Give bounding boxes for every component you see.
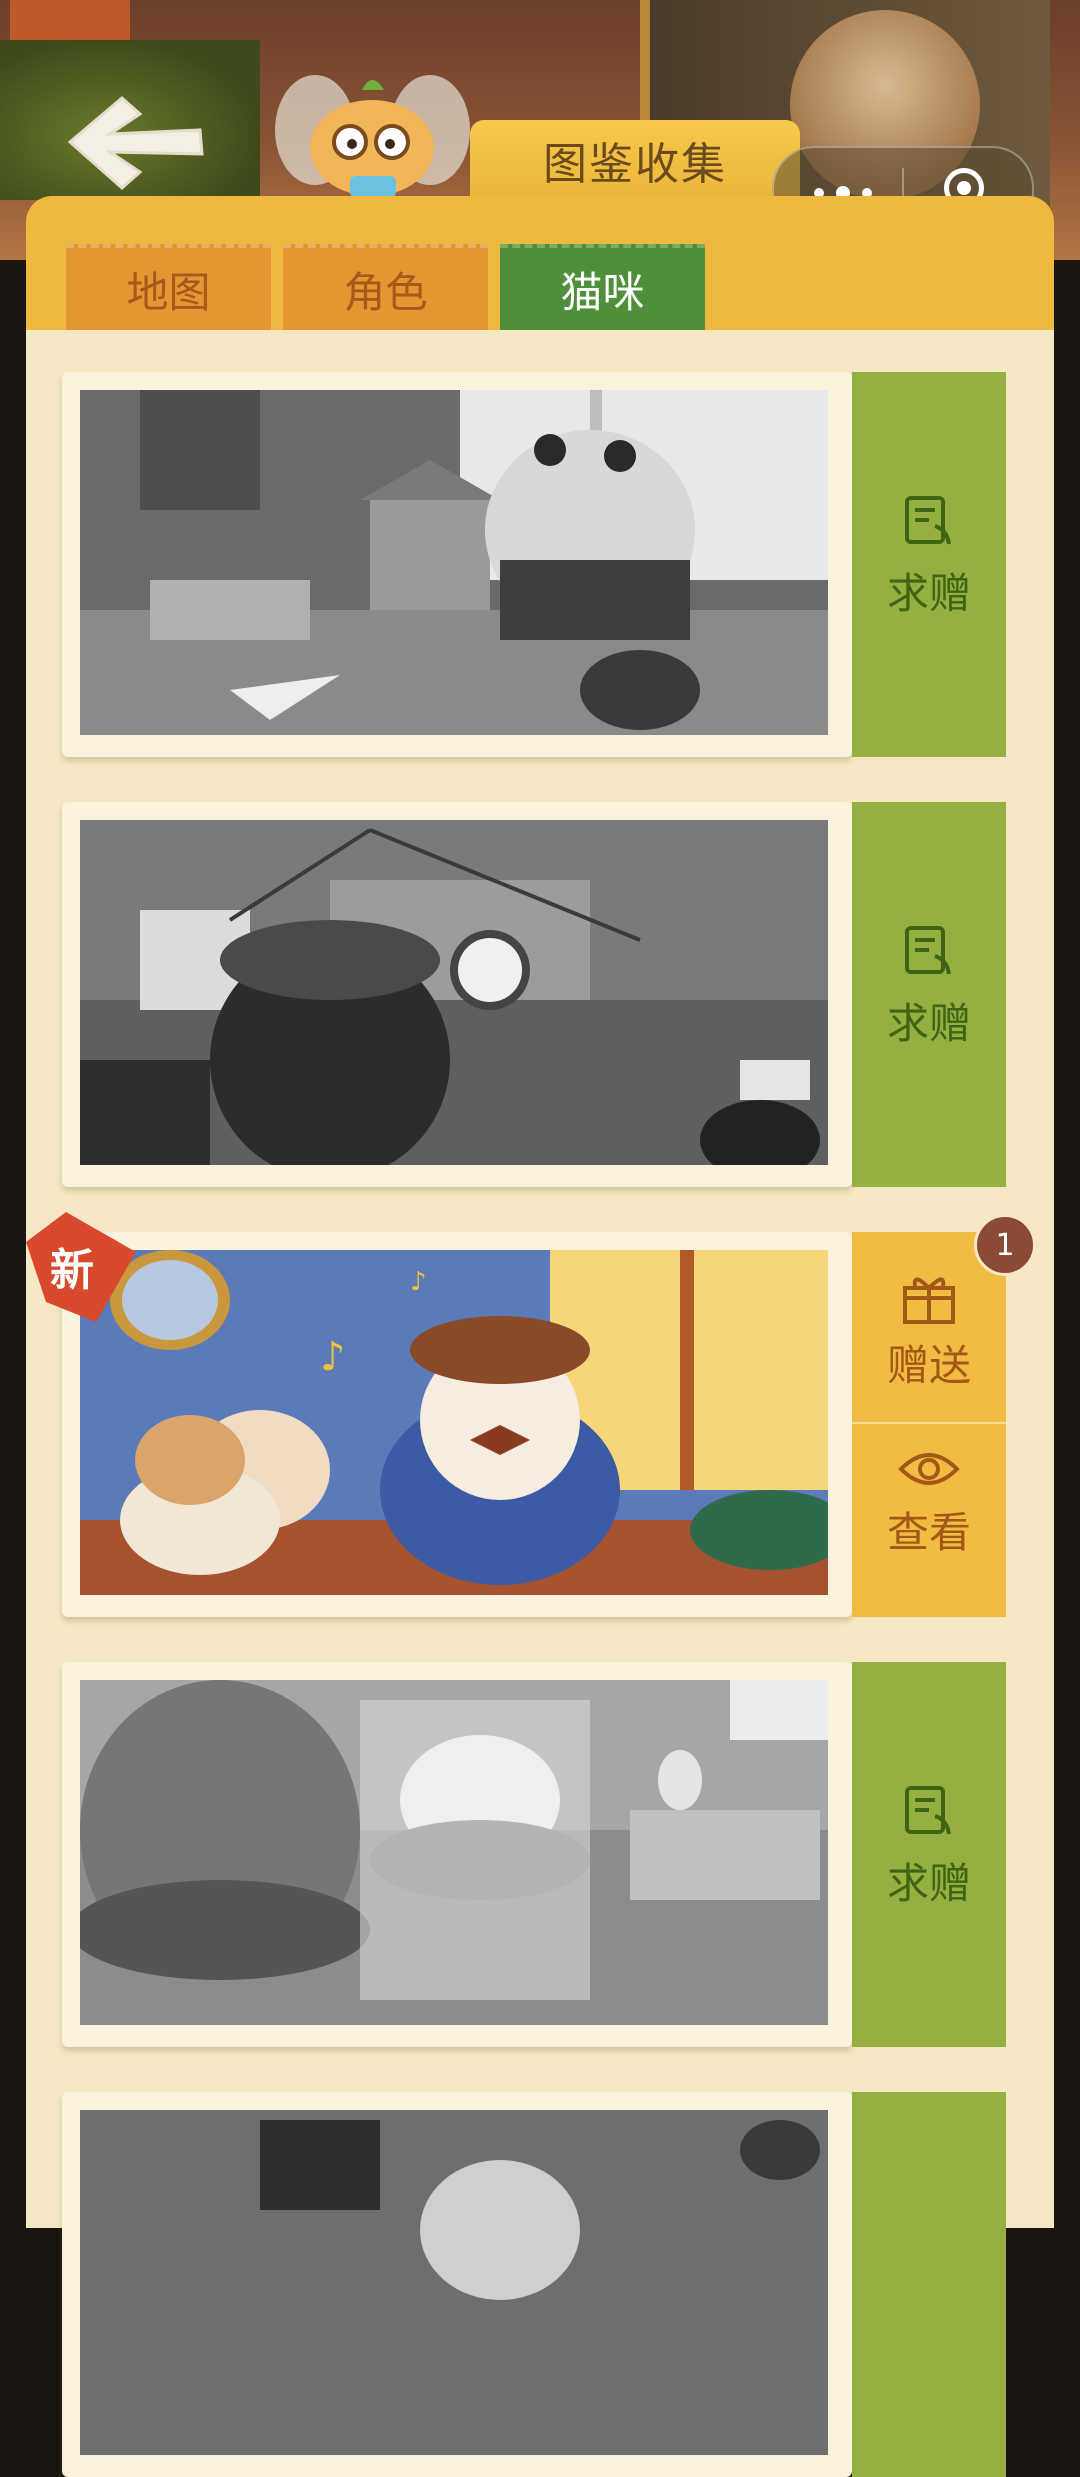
card-side-panel: 求赠 [852, 372, 1006, 757]
cat-illustration-detective-cat[interactable] [80, 820, 828, 1165]
request-gift-button[interactable]: 求赠 [852, 1782, 1006, 1911]
cat-illustration-singing-cats[interactable]: ♪ ♪ [80, 1250, 828, 1595]
cat-card: ♪ ♪ 新 1 赠送 查看 [26, 1212, 1036, 1617]
tab-cats[interactable]: 猫咪 [500, 244, 705, 330]
request-icon [905, 496, 951, 545]
page-title-banner: 图鉴收集 [470, 120, 800, 200]
gift-icon [903, 1277, 955, 1324]
request-gift-button[interactable]: 求赠 [852, 922, 1006, 1051]
more-menu-icon[interactable] [814, 186, 874, 200]
card-list: 求赠 求赠 ♪ ♪ 新 1 赠送 查看 求赠 [26, 330, 1054, 2477]
view-button[interactable]: 查看 [852, 1447, 1006, 1560]
view-label: 查看 [886, 1508, 971, 1557]
side-divider [852, 1422, 1006, 1424]
cat-card: 求赠 [62, 802, 1006, 1187]
tab-map[interactable]: 地图 [66, 244, 271, 330]
card-frame [62, 1662, 852, 2047]
cat-illustration-tutu-cat[interactable] [80, 1680, 828, 2025]
new-tag-label: 新 [50, 1245, 94, 1296]
card-frame [62, 372, 852, 757]
card-side-panel [852, 2092, 1006, 2477]
cat-card: 求赠 [62, 372, 1006, 757]
new-tag: 新 [26, 1212, 136, 1322]
cat-illustration-bee-cat[interactable] [80, 390, 828, 735]
request-icon [905, 926, 951, 975]
cat-card [62, 2092, 1006, 2477]
back-button[interactable] [62, 92, 212, 192]
svg-text:♪: ♪ [410, 1267, 427, 1297]
give-gift-label: 赠送 [886, 1341, 971, 1390]
page-title: 图鉴收集 [543, 139, 727, 190]
eye-icon [898, 1453, 960, 1485]
card-frame: ♪ ♪ [62, 1232, 852, 1617]
gift-count-badge: 1 [974, 1214, 1036, 1276]
category-tabs: 地图 角色 猫咪 [66, 244, 705, 330]
tab-character[interactable]: 角色 [283, 244, 488, 330]
give-gift-button[interactable]: 赠送 [852, 1270, 1006, 1393]
request-label: 求赠 [886, 999, 971, 1048]
mascot-cat-icon [275, 75, 470, 198]
back-arrow-icon [67, 96, 204, 191]
svg-text:♪: ♪ [320, 1334, 346, 1380]
cat-card: 求赠 [62, 1662, 1006, 2047]
request-label: 求赠 [886, 1859, 971, 1908]
request-label: 求赠 [886, 569, 971, 618]
request-gift-button[interactable]: 求赠 [852, 492, 1006, 621]
card-side-panel: 求赠 [852, 1662, 1006, 2047]
card-side-panel: 1 赠送 查看 [852, 1214, 1036, 1617]
request-icon [905, 1786, 951, 1835]
card-side-panel: 求赠 [852, 802, 1006, 1187]
cat-illustration-partial[interactable] [80, 2110, 828, 2455]
card-frame [62, 2092, 852, 2477]
card-frame [62, 802, 852, 1187]
